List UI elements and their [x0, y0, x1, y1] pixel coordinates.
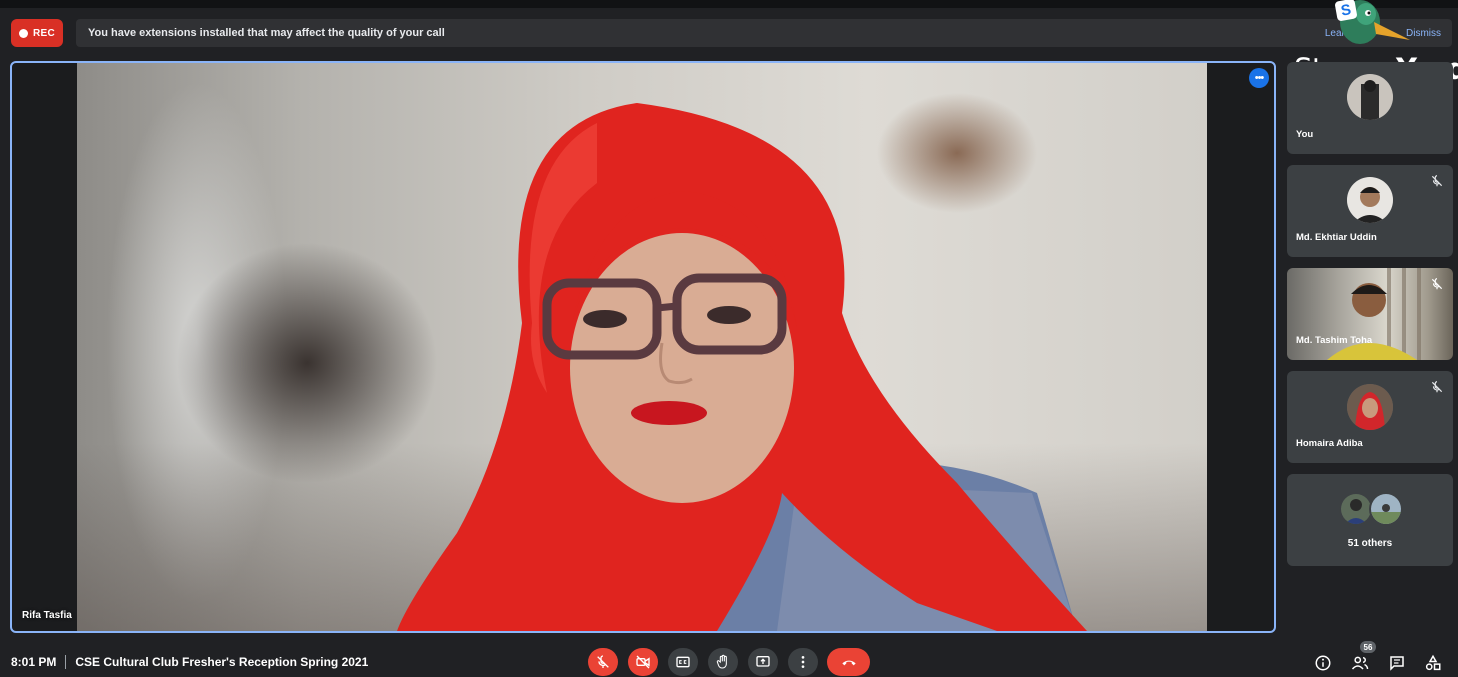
avatar	[1369, 492, 1403, 526]
streamyard-s-badge: S	[1334, 0, 1358, 22]
participant-name: You	[1296, 129, 1314, 140]
top-strip	[0, 0, 1458, 8]
activities-icon	[1425, 654, 1441, 671]
raise-hand-icon	[716, 654, 727, 669]
avatar	[1347, 384, 1393, 430]
activities-button[interactable]	[1422, 652, 1444, 674]
speaker-name-label: Rifa Tasfia	[22, 610, 72, 621]
participant-tile-homaira[interactable]: Homaira Adiba	[1287, 371, 1453, 463]
record-dot-icon	[18, 28, 28, 38]
meeting-title: CSE Cultural Club Fresher's Reception Sp…	[75, 655, 369, 669]
mic-off-icon	[1431, 381, 1443, 393]
user-photo-icon	[1347, 74, 1393, 120]
speaker-figure	[397, 103, 1087, 631]
captions-button[interactable]	[668, 648, 698, 676]
camera-off-icon	[636, 655, 650, 669]
speaker-video	[77, 63, 1207, 631]
divider	[65, 655, 67, 669]
present-screen-button[interactable]	[748, 648, 778, 676]
avatar	[1339, 492, 1373, 526]
participant-tile-you[interactable]: You	[1287, 62, 1453, 154]
toggle-microphone-button[interactable]	[588, 648, 618, 676]
leave-call-button[interactable]	[827, 648, 870, 676]
mic-off-icon	[597, 655, 609, 668]
chat-icon	[1390, 656, 1404, 671]
user-photo-icon	[1347, 384, 1393, 430]
present-screen-icon	[756, 656, 770, 667]
extension-warning-text: You have extensions installed that may a…	[88, 27, 445, 39]
participant-tile-tashim[interactable]: Md. Tashim Toha	[1287, 268, 1453, 360]
recording-label: REC	[32, 27, 55, 39]
more-horizontal-icon: •••	[1254, 71, 1265, 84]
captions-icon	[676, 656, 690, 668]
meeting-info: 8:01 PM CSE Cultural Club Fresher's Rece…	[11, 653, 368, 671]
user-photo-icon	[1341, 494, 1371, 524]
info-icon	[1315, 655, 1331, 671]
participant-name: Homaira Adiba	[1296, 438, 1363, 449]
duck-mascot-icon	[1340, 0, 1410, 44]
mic-off-icon	[1431, 278, 1443, 290]
participant-tile-ekhtiar[interactable]: Md. Ekhtiar Uddin	[1287, 165, 1453, 257]
chat-button[interactable]	[1386, 652, 1408, 674]
mic-off-icon	[1431, 175, 1443, 187]
stage-more-options-button[interactable]: •••	[1249, 68, 1269, 88]
main-speaker-stage[interactable]: Rifa Tasfia •••	[10, 61, 1276, 633]
more-options-button[interactable]	[788, 648, 818, 676]
recording-badge: REC	[11, 19, 63, 47]
meeting-details-button[interactable]	[1312, 652, 1334, 674]
others-count-label: 51 others	[1347, 538, 1393, 549]
user-photo-icon	[1371, 494, 1401, 524]
participant-name: Md. Tashim Toha	[1296, 335, 1373, 346]
show-everyone-button[interactable]	[1349, 652, 1371, 674]
participant-name: Md. Ekhtiar Uddin	[1296, 232, 1377, 243]
end-call-icon	[841, 660, 856, 666]
participant-video	[1327, 268, 1421, 360]
toggle-camera-button[interactable]	[628, 648, 658, 676]
raise-hand-button[interactable]	[708, 648, 738, 676]
user-photo-icon	[1347, 177, 1393, 223]
clock-time: 8:01 PM	[11, 655, 57, 669]
participant-tile-others[interactable]: 51 others	[1287, 474, 1453, 566]
people-icon	[1351, 656, 1369, 670]
extension-warning-banner: You have extensions installed that may a…	[76, 19, 1452, 47]
avatar	[1347, 177, 1393, 223]
avatar	[1347, 74, 1393, 120]
more-vert-icon	[801, 656, 805, 668]
